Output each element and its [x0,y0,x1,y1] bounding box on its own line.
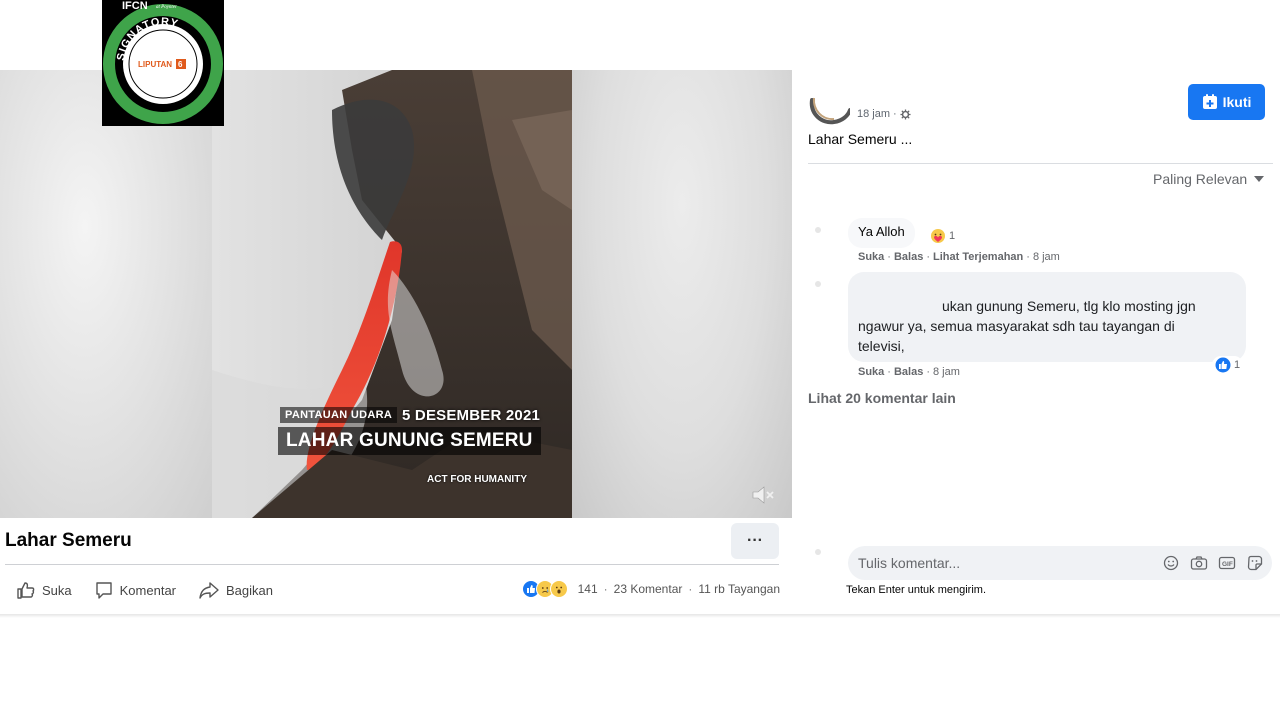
comment-button[interactable]: Komentar [94,580,176,600]
gif-icon[interactable]: GIF [1218,554,1236,572]
comment-sort-dropdown[interactable]: Paling Relevan [1153,171,1265,187]
meta-separator: · [926,251,930,263]
emoji-icon[interactable] [1162,554,1180,572]
comment-input-box[interactable]: GIF [848,546,1272,580]
post-time[interactable]: 18 jam [857,108,890,120]
follow-button[interactable]: Ikuti [1188,84,1265,120]
reaction-count: 1 [1234,359,1241,371]
camera-icon[interactable] [1190,554,1208,572]
comment-like-link[interactable]: Suka [858,251,884,263]
video-blur-right [572,70,792,518]
like-reaction-icon [1215,357,1231,373]
avatar[interactable] [808,84,850,126]
share-button[interactable]: Bagikan [198,580,273,600]
share-label: Bagikan [226,582,273,598]
svg-text:LIPUTAN: LIPUTAN [138,60,172,69]
enter-hint: Tekan Enter untuk mengirim. [846,584,987,596]
more-options-button[interactable]: ··· [731,523,779,559]
ifcn-signatory-badge: IFCN at Poynter SIGNATORY LIPUTAN 6 [102,0,224,126]
comment-reactions[interactable]: 1 [927,227,959,245]
svg-text:IFCN: IFCN [122,0,148,12]
comment-count[interactable]: 23 Komentar [614,582,683,596]
comment-bubble: Ya Alloh [848,218,915,248]
divider [5,564,779,565]
ifcn-seal-logo: IFCN at Poynter SIGNATORY LIPUTAN 6 [103,0,223,124]
speaker-muted-icon[interactable] [750,484,776,506]
svg-text:GIF: GIF [1222,561,1233,568]
stat-separator: · [603,582,608,596]
meta-separator: · [887,251,891,263]
comment-text: ngawur ya, semua masyarakat sdh tau taya… [858,318,1175,334]
video-player[interactable]: PANTAUAN UDARA 5 DESEMBER 2021 LAHAR GUN… [0,70,792,518]
comment-text: ukan gunung Semeru, tlg klo mosting jgn [942,298,1196,314]
care-reaction-icon [931,229,945,243]
video-caption-date: 5 DESEMBER 2021 [402,407,541,424]
meta-separator: · [887,366,891,378]
commenter-avatar[interactable] [814,226,822,234]
svg-text:6: 6 [178,60,183,69]
comment-meta: Suka · Balas · Lihat Terjemahan · 8 jam [858,251,1060,263]
comment-input[interactable] [858,555,1138,571]
comment-time[interactable]: 8 jam [1033,251,1060,263]
comment-translate-link[interactable]: Lihat Terjemahan [933,251,1023,263]
comment-time[interactable]: 8 jam [933,366,960,378]
current-user-avatar[interactable] [814,548,822,556]
thumbs-up-icon [17,582,35,599]
video-caption-title: LAHAR GUNUNG SEMERU [278,427,541,455]
post-actions: Suka Komentar Bagikan [0,578,273,602]
comment-text: Ya Alloh [858,224,905,239]
wow-reaction-icon [549,580,568,598]
comment-input-tools: GIF [1162,554,1264,572]
meta-separator: · [1026,251,1030,263]
comment-text: televisi, [858,338,905,354]
view-count: 11 rb Tayangan [698,582,780,596]
divider [0,614,1280,618]
svg-text:at Poynter: at Poynter [156,5,177,10]
comment-icon [95,582,112,599]
like-button[interactable]: Suka [16,580,72,600]
comment-meta: Suka · Balas · 8 jam [858,366,960,378]
post-title: Lahar Semeru [5,530,132,551]
follow-page-icon [1202,94,1217,109]
divider [808,163,1273,164]
comment-reactions[interactable]: 1 [1212,356,1244,374]
post-stats: 141 · 23 Komentar · 11 rb Tayangan [521,580,780,598]
privacy-gear-icon [900,108,911,120]
view-more-comments-link[interactable]: Lihat 20 komentar lain [808,390,956,406]
share-icon [199,582,219,599]
meta-separator: · [926,366,930,378]
comment-bubble: ukan gunung Semeru, tlg klo mosting jgn … [848,272,1246,362]
reaction-count[interactable]: 141 [578,582,598,596]
post-caption: Lahar Semeru ... [808,131,913,147]
comment-reply-link[interactable]: Balas [894,366,923,378]
like-label: Suka [42,582,72,598]
video-frame: PANTAUAN UDARA 5 DESEMBER 2021 LAHAR GUN… [212,70,572,518]
follow-label: Ikuti [1222,94,1252,110]
sticker-icon[interactable] [1246,554,1264,572]
sort-label: Paling Relevan [1153,171,1248,187]
caret-down-icon [1254,176,1265,182]
reaction-icons[interactable] [521,580,572,598]
post-meta: 18 jam · [857,108,911,120]
comment-label: Komentar [119,582,177,598]
commenter-avatar[interactable] [814,280,822,288]
video-blur-left [0,70,212,518]
comment-like-link[interactable]: Suka [858,366,884,378]
meta-separator: · [893,108,897,120]
comment-reply-link[interactable]: Balas [894,251,923,263]
video-caption-credit: ACT FOR HUMANITY [427,474,527,485]
post-viewer: PANTAUAN UDARA 5 DESEMBER 2021 LAHAR GUN… [0,0,1280,720]
reaction-count: 1 [949,230,956,242]
stat-separator: · [688,582,693,596]
video-caption-small: PANTAUAN UDARA [280,407,398,423]
